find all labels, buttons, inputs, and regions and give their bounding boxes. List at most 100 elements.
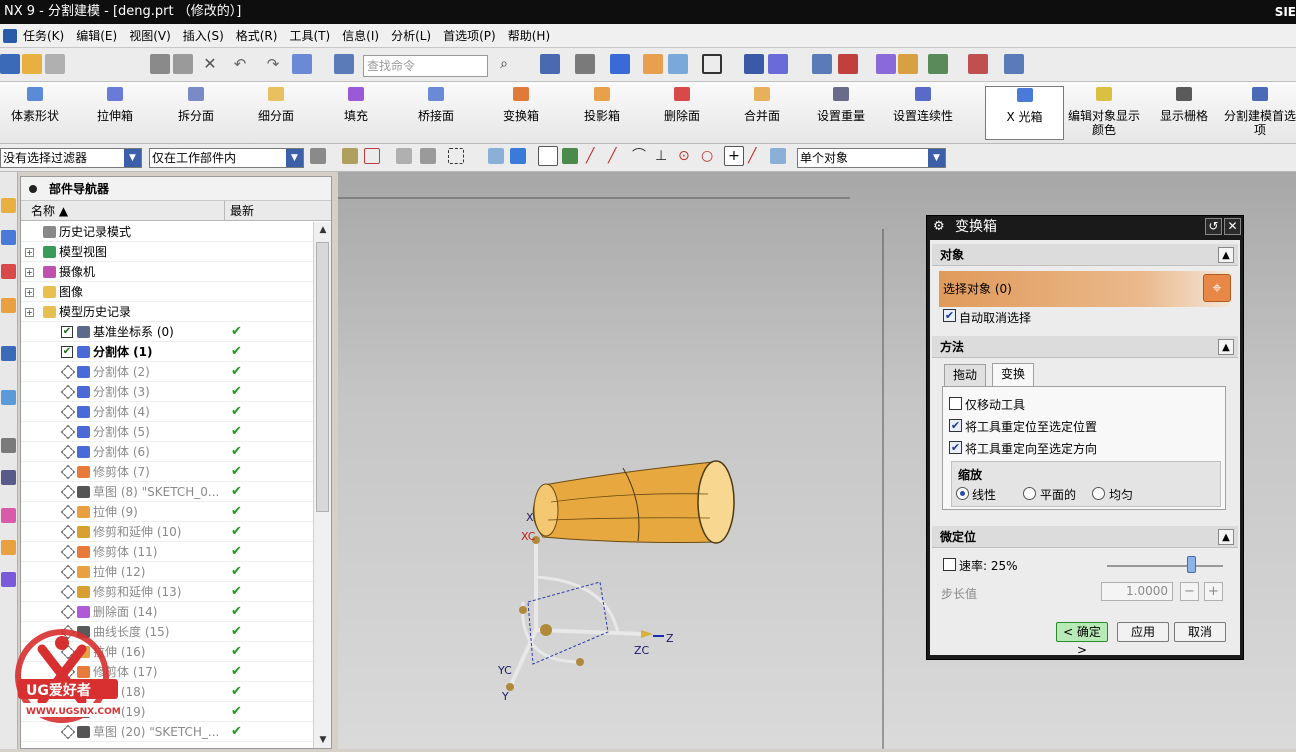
tangent-icon[interactable]: ⊥	[655, 148, 671, 164]
analysis-icon[interactable]	[876, 54, 896, 74]
line-tool-icon[interactable]: ╱	[586, 148, 602, 164]
center-icon[interactable]: ⊙	[678, 148, 694, 164]
menu-help[interactable]: 帮助(H)	[502, 27, 556, 44]
rect-select-icon[interactable]	[448, 148, 464, 164]
selection-mode-select[interactable]: 单个对象 ▼	[797, 148, 946, 168]
assembly-navigator-icon[interactable]	[1, 198, 16, 213]
orient-view-icon[interactable]	[668, 54, 688, 74]
menu-edit[interactable]: 编辑(E)	[70, 27, 123, 44]
select-tool-icon[interactable]	[364, 148, 380, 164]
filter-settings-icon[interactable]	[310, 148, 326, 164]
reset-icon[interactable]: ↺	[1205, 218, 1222, 235]
navigator-scrollbar[interactable]: ▲ ▼	[313, 222, 331, 748]
step-decrement-button[interactable]: −	[1180, 582, 1199, 601]
csys-icon[interactable]	[968, 54, 988, 74]
tab-drag[interactable]: 拖动	[944, 364, 987, 386]
quadrant-icon[interactable]: ○	[701, 148, 717, 164]
snap-icon[interactable]	[838, 54, 858, 74]
constraint-navigator-icon[interactable]	[1, 230, 16, 245]
fine-position-section-header[interactable]: 微定位 ▲	[932, 526, 1238, 548]
motion-icon[interactable]	[928, 54, 948, 74]
snap-enable-icon[interactable]	[538, 146, 558, 166]
method-section-header[interactable]: 方法 ▲	[932, 336, 1238, 358]
crosshair-icon[interactable]: +	[724, 146, 744, 166]
select-object-button[interactable]: ⌖	[1203, 274, 1231, 302]
pin-icon[interactable]	[29, 185, 37, 193]
close-part-icon[interactable]	[45, 54, 65, 74]
ribbon-xray-cage-button[interactable]: X 光箱	[985, 86, 1064, 140]
web-browser-icon[interactable]	[1, 346, 16, 361]
navigator-row[interactable]: 历史记录模式	[21, 222, 313, 242]
app-icon[interactable]	[3, 28, 17, 43]
wcs-icon[interactable]	[768, 54, 788, 74]
move-tool-only-checkbox[interactable]	[949, 397, 962, 410]
rate-slider-knob[interactable]	[1187, 556, 1196, 573]
column-name-header[interactable]: 名称 ▲	[31, 201, 68, 221]
navigator-row[interactable]: 修剪体 (11) ✔	[21, 542, 313, 562]
apply-button[interactable]: 应用	[1117, 622, 1169, 642]
ribbon-subdivide-face-button[interactable]: 细分面	[243, 86, 309, 140]
type-filter-select[interactable]: 没有选择过滤器 ▼	[0, 148, 142, 168]
navigator-row[interactable]: 分割体 (2) ✔	[21, 362, 313, 382]
menu-preferences[interactable]: 首选项(P)	[437, 27, 502, 44]
scale-linear-radio[interactable]	[956, 487, 969, 500]
navigator-row[interactable]: + 图像	[21, 282, 313, 302]
box-select-icon[interactable]	[488, 148, 504, 164]
delete-icon[interactable]: ✕	[200, 54, 220, 74]
menu-insert[interactable]: 插入(S)	[177, 27, 230, 44]
collapse-icon[interactable]: ▲	[1218, 247, 1234, 263]
navigator-row[interactable]: 分割体 (6) ✔	[21, 442, 313, 462]
undo-icon[interactable]: ↶	[230, 54, 250, 74]
menu-format[interactable]: 格式(R)	[230, 27, 284, 44]
redo-icon[interactable]: ↷	[263, 54, 283, 74]
navigator-row[interactable]: 分割体 (5) ✔	[21, 422, 313, 442]
ribbon-edit-display-color-button[interactable]: 编辑对象显示颜色	[1066, 86, 1142, 140]
general-select-icon[interactable]	[396, 148, 412, 164]
navigator-row[interactable]: + 模型历史记录	[21, 302, 313, 322]
scale-uniform-radio[interactable]	[1092, 487, 1105, 500]
feature-visibility-checkbox[interactable]: ✔	[61, 326, 73, 338]
save-icon[interactable]	[150, 54, 170, 74]
navigator-row[interactable]: 删除面 (14) ✔	[21, 602, 313, 622]
ribbon-bridge-face-button[interactable]: 桥接面	[403, 86, 469, 140]
menu-tools[interactable]: 工具(T)	[283, 27, 336, 44]
clock-icon[interactable]	[1, 438, 16, 453]
expand-toggle-icon[interactable]: +	[25, 268, 34, 277]
print-icon[interactable]	[173, 54, 193, 74]
process-studio-icon[interactable]	[1, 470, 16, 485]
subdivision-body[interactable]	[532, 460, 735, 544]
roles-icon[interactable]	[1, 540, 16, 555]
ribbon-fill-button[interactable]: 填充	[323, 86, 389, 140]
part-navigator-icon[interactable]	[1, 264, 16, 279]
solid-select-icon[interactable]	[510, 148, 526, 164]
collapse-icon[interactable]: ▲	[1218, 339, 1234, 355]
navigator-row[interactable]: + 模型视图	[21, 242, 313, 262]
ribbon-primitive-shape-button[interactable]: 体素形状	[0, 86, 70, 140]
ribbon-extrude-box-button[interactable]: 拉伸箱	[82, 86, 148, 140]
show-hide-icon[interactable]	[744, 54, 764, 74]
ribbon-set-continuity-button[interactable]: 设置连续性	[885, 86, 961, 140]
rate-checkbox[interactable]	[943, 558, 956, 571]
render-style-icon[interactable]	[575, 54, 595, 74]
navigator-row[interactable]: 修剪体 (7) ✔	[21, 462, 313, 482]
history-palette-icon[interactable]	[1, 390, 16, 405]
endpoint-icon[interactable]	[562, 148, 578, 164]
column-divider[interactable]	[224, 201, 225, 221]
object-section-header[interactable]: 对象 ▲	[932, 244, 1238, 266]
transform-handle-gizmo[interactable]	[506, 536, 653, 691]
ribbon-split-face-button[interactable]: 拆分面	[163, 86, 229, 140]
navigator-row[interactable]: 修剪和延伸 (10) ✔	[21, 522, 313, 542]
tab-transform[interactable]: 变换	[992, 363, 1035, 386]
face-rule-icon[interactable]	[420, 148, 436, 164]
cancel-button[interactable]: 取消	[1174, 622, 1226, 642]
menu-info[interactable]: 信息(I)	[336, 27, 385, 44]
menu-analysis[interactable]: 分析(L)	[385, 27, 437, 44]
scroll-up-icon[interactable]: ▲	[314, 222, 332, 238]
collapse-icon[interactable]: ▲	[1218, 529, 1234, 545]
rate-slider-track[interactable]	[1107, 565, 1223, 567]
navigator-row[interactable]: 分割体 (4) ✔	[21, 402, 313, 422]
point-on-face-icon[interactable]	[770, 148, 786, 164]
layer-icon[interactable]	[643, 54, 663, 74]
ribbon-transform-cage-button[interactable]: 变换箱	[488, 86, 554, 140]
shaded-icon[interactable]	[610, 54, 630, 74]
